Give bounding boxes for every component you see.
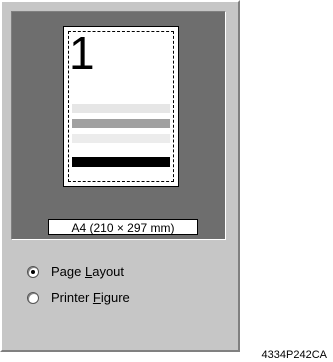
preview-panel: 1 A4 (210 × 297 mm) Page Layout Printer … (0, 0, 240, 352)
page-layout-radio-option[interactable]: Page Layout (27, 264, 124, 280)
figure-code: 4334P242CA (261, 349, 327, 361)
page-layout-label: Page Layout (51, 264, 125, 279)
content-line (72, 104, 170, 113)
page-layout-radio[interactable] (27, 266, 39, 278)
content-line (72, 134, 170, 143)
page-preview-area: 1 A4 (210 × 297 mm) (11, 11, 226, 240)
page-thumbnail: 1 (63, 26, 179, 187)
printer-figure-label: Printer Figure (51, 290, 130, 305)
printer-figure-radio-option[interactable]: Printer Figure (27, 290, 130, 306)
content-line (72, 157, 170, 167)
page-number: 1 (69, 27, 95, 79)
content-line (72, 119, 170, 128)
printer-figure-radio[interactable] (27, 292, 39, 304)
paper-size-label: A4 (210 × 297 mm) (48, 219, 198, 235)
